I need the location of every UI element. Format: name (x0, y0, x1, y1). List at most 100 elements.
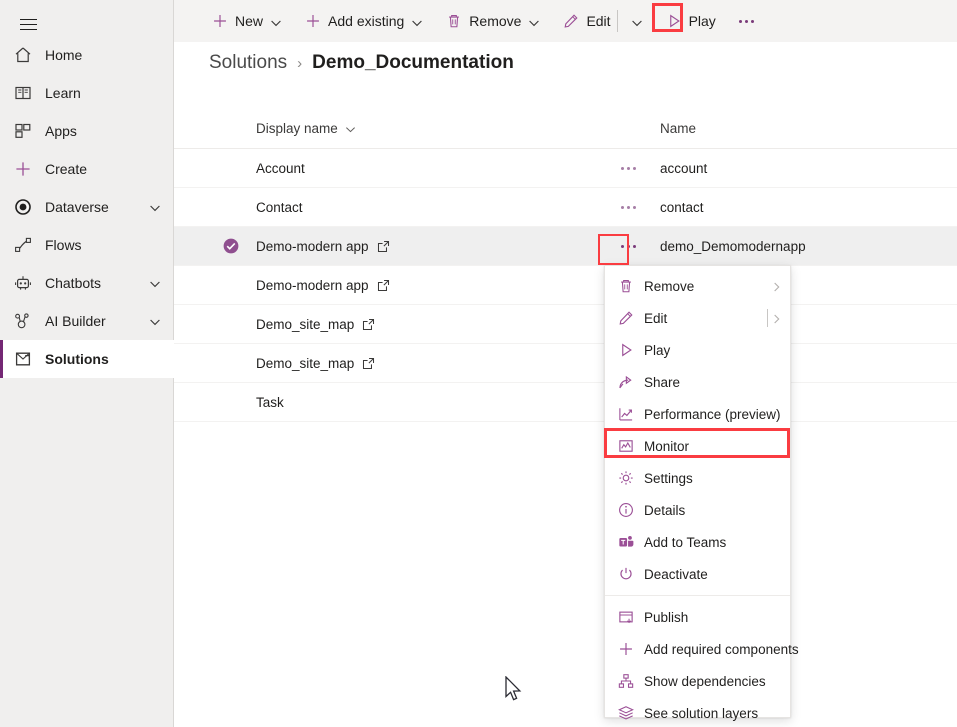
chevron-right-icon[interactable] (771, 313, 782, 324)
column-header-name[interactable]: Name (652, 121, 957, 136)
command-add-existing-button[interactable]: Add existing (301, 4, 425, 38)
menu-separator (605, 595, 790, 596)
context-menu-list: Remove Edit Play Share Performance (preview)… (605, 270, 799, 727)
command-edit-button[interactable]: Edit (559, 4, 644, 38)
context-menu-item-settings[interactable]: Settings (605, 462, 790, 494)
sidebar-item-create[interactable]: Create (0, 150, 174, 188)
context-menu-item-edit[interactable]: Edit (605, 302, 790, 334)
sidebar-item-solutions[interactable]: Solutions (0, 340, 174, 378)
home-icon (12, 44, 34, 66)
table-row[interactable]: Account account (174, 149, 957, 188)
table-header-row: Display name Name (174, 108, 957, 149)
toolbar-divider (616, 10, 618, 32)
chevron-down-icon[interactable] (411, 16, 423, 27)
plus-icon (12, 158, 34, 180)
command-label: Edit (586, 13, 611, 29)
chevron-down-icon[interactable] (149, 201, 161, 213)
cell-display-name: Task (174, 395, 604, 410)
table-row[interactable]: Demo_site_map (174, 344, 957, 383)
left-navigation-sidebar: Home Learn Apps Create Dataverse Flows Chatbot… (0, 0, 174, 727)
command-label: New (235, 13, 264, 29)
context-menu-item-remove[interactable]: Remove (605, 270, 790, 302)
sidebar-item-apps[interactable]: Apps (0, 112, 174, 150)
ellipsis-icon (620, 166, 636, 170)
breadcrumb: Solutions › Demo_Documentation (209, 52, 514, 74)
publish-icon (617, 608, 635, 626)
command-overflow-button[interactable] (732, 7, 762, 35)
context-menu-item-label: Details (644, 502, 686, 518)
context-menu-item-label: Show dependencies (644, 673, 766, 689)
cell-display-name: Contact (174, 200, 604, 215)
context-menu-item-add-required-components[interactable]: Add required components (605, 633, 799, 665)
command-new-button[interactable]: New (208, 4, 284, 38)
app-root: Home Learn Apps Create Dataverse Flows Chatbot… (0, 0, 957, 727)
chevron-down-icon (345, 123, 356, 134)
sidebar-item-chatbots[interactable]: Chatbots (0, 264, 174, 302)
row-actions-button[interactable] (604, 205, 652, 209)
chevron-right-icon[interactable] (771, 281, 782, 292)
breadcrumb-separator: › (297, 54, 303, 72)
components-table: Display name Name Account account Contact c… (174, 108, 957, 422)
table-row[interactable]: Demo-modern app (174, 266, 957, 305)
open-in-new-window-icon[interactable] (377, 279, 390, 292)
context-menu-item-add-to-teams[interactable]: Add to Teams (605, 526, 790, 558)
plus-icon (211, 12, 229, 30)
context-menu-item-label: See solution layers (644, 705, 759, 721)
context-menu-item-details[interactable]: Details (605, 494, 790, 526)
context-menu-item-show-dependencies[interactable]: Show dependencies (605, 665, 790, 697)
sidebar-item-label: Flows (45, 237, 82, 253)
column-header-display-name[interactable]: Display name (174, 121, 604, 136)
chevron-down-icon[interactable] (270, 16, 281, 27)
plus-icon (304, 12, 322, 30)
monitor-chart-icon (617, 437, 635, 455)
chevron-down-icon[interactable] (631, 16, 642, 27)
table-row[interactable]: Demo-modern app demo_Demomodernapp (174, 227, 957, 266)
chevron-down-icon[interactable] (149, 315, 161, 327)
sidebar-item-flows[interactable]: Flows (0, 226, 174, 264)
context-menu-item-see-solution-layers[interactable]: See solution layers (605, 697, 790, 727)
cell-display-name-text: Demo-modern app (256, 277, 369, 293)
cell-display-name-text: Task (256, 394, 284, 410)
cell-name: demo_Demomodernapp (652, 239, 957, 254)
apps-grid-icon (12, 120, 34, 142)
command-play-button[interactable]: Play (662, 4, 719, 38)
context-menu-item-monitor[interactable]: Monitor (605, 430, 790, 462)
chevron-down-icon[interactable] (149, 277, 161, 289)
context-menu-item-publish[interactable]: Publish (605, 601, 790, 633)
command-remove-button[interactable]: Remove (442, 4, 542, 38)
row-selected-check-icon[interactable] (222, 237, 240, 255)
mouse-pointer-icon (504, 675, 524, 709)
cell-name-text: demo_Demomodernapp (660, 238, 806, 254)
table-row[interactable]: Demo_site_map (174, 305, 957, 344)
open-in-new-window-icon[interactable] (377, 240, 390, 253)
play-icon (665, 12, 683, 30)
breadcrumb-root-link[interactable]: Solutions (209, 52, 287, 74)
cell-display-name-text: Demo_site_map (256, 355, 355, 371)
column-header-display-name-label: Display name (256, 120, 338, 136)
table-row[interactable]: Contact contact (174, 188, 957, 227)
solutions-icon (12, 348, 34, 370)
context-menu-item-play[interactable]: Play (605, 334, 790, 366)
context-menu-item-deactivate[interactable]: Deactivate (605, 558, 790, 590)
context-menu-item-label: Add required components (644, 641, 799, 657)
cell-display-name: Account (174, 161, 604, 176)
open-in-new-window-icon[interactable] (362, 318, 375, 331)
sidebar-item-home[interactable]: Home (0, 36, 174, 74)
row-actions-button[interactable] (604, 166, 652, 170)
command-label: Remove (469, 13, 522, 29)
table-row[interactable]: Task (174, 383, 957, 422)
chevron-down-icon[interactable] (528, 16, 540, 27)
cell-name-text: account (660, 160, 708, 176)
row-actions-button[interactable] (604, 244, 652, 248)
context-menu-item-performance-preview[interactable]: Performance (preview) (605, 398, 790, 430)
context-menu-item-share[interactable]: Share (605, 366, 790, 398)
sidebar-item-learn[interactable]: Learn (0, 74, 174, 112)
sidebar-item-ai-builder[interactable]: AI Builder (0, 302, 174, 340)
sidebar-item-label: Solutions (45, 351, 109, 367)
context-menu-item-label: Remove (644, 278, 695, 294)
open-in-new-window-icon[interactable] (362, 357, 375, 370)
sidebar-item-dataverse[interactable]: Dataverse (0, 188, 174, 226)
column-header-name-label: Name (660, 120, 697, 136)
context-menu-item-label: Share (644, 374, 681, 390)
chatbot-icon (12, 272, 34, 294)
